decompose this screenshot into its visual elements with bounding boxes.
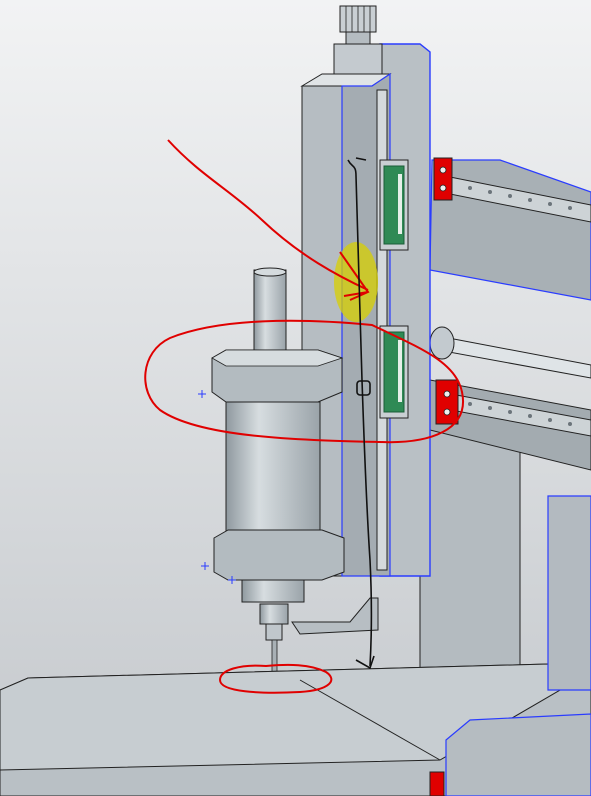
spindle-upper-clamp-face [211, 349, 344, 367]
spindle-nose [241, 579, 305, 603]
pulley-hub [345, 31, 371, 45]
cutting-tool [271, 639, 278, 675]
base-red-block [429, 771, 445, 796]
z-rail-block-upper-window [398, 174, 402, 234]
spindle-top-shaft-end [253, 267, 287, 277]
cad-viewport[interactable] [0, 0, 591, 796]
end-block-lower-bolt [443, 390, 451, 398]
front-right-column [547, 495, 591, 691]
x-screw-nut [429, 326, 455, 360]
cad-drawing [0, 0, 591, 796]
end-block-upper-bolt-2 [439, 184, 447, 192]
end-block-lower-red [435, 379, 459, 425]
spindle-body [225, 401, 321, 535]
end-block-upper-red [433, 157, 453, 201]
spindle-lower-clamp [213, 529, 345, 581]
front-right-base [445, 713, 591, 796]
pulley-shaft-collar [333, 43, 383, 75]
spindle-collet [265, 623, 283, 641]
end-block-lower-bolt-2 [443, 408, 451, 416]
gantry-column [419, 429, 521, 701]
spindle-collet-nut [259, 603, 289, 625]
z-rail-block-lower-window [398, 340, 402, 402]
spindle-top-shaft [253, 269, 287, 357]
end-block-upper-bolt [439, 166, 447, 174]
